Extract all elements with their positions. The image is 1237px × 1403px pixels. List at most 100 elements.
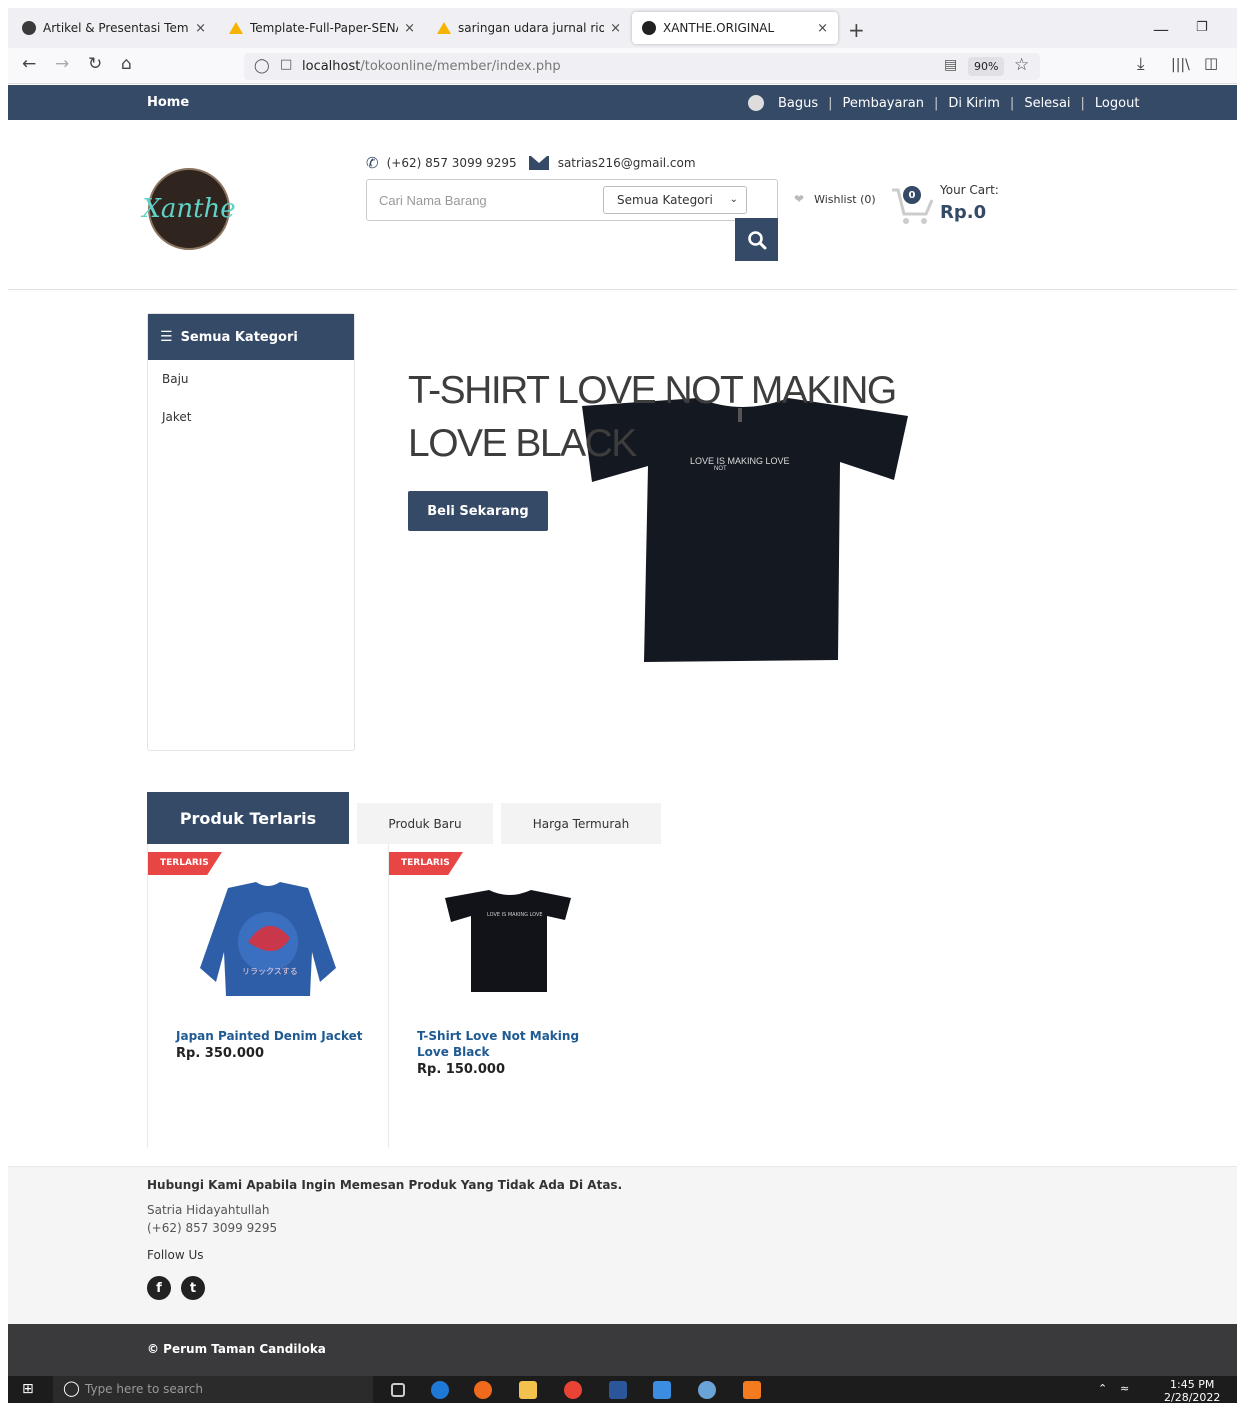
- pembayaran-link[interactable]: Pembayaran: [843, 96, 924, 111]
- site-header: Xanthe ✆ (+62) 857 3099 9295 satrias216@…: [8, 120, 1237, 290]
- minimize-button[interactable]: —: [1153, 20, 1169, 39]
- zoom-level[interactable]: 90%: [968, 57, 1005, 76]
- phone-icon: ✆: [366, 154, 379, 172]
- word-icon[interactable]: [609, 1381, 627, 1399]
- header-phone: (+62) 857 3099 9295: [386, 156, 517, 170]
- chrome-icon[interactable]: [564, 1381, 582, 1399]
- category-header[interactable]: ☰ Semua Kategori: [148, 314, 354, 360]
- browser-tab-active[interactable]: XANTHE.ORIGINAL ×: [632, 12, 838, 44]
- restore-button[interactable]: ❐: [1196, 20, 1208, 35]
- category-item-jaket[interactable]: Jaket: [148, 398, 354, 436]
- site-logo[interactable]: Xanthe: [142, 168, 236, 250]
- reader-view-icon[interactable]: ▤: [944, 57, 957, 73]
- product-list: TERLARIS リラックスする Japan Painted Denim Jac…: [147, 844, 630, 1148]
- url-text: localhost/tokoonline/member/index.php: [302, 59, 561, 74]
- close-icon[interactable]: ×: [817, 21, 828, 36]
- search-input[interactable]: [367, 180, 597, 220]
- xampp-icon[interactable]: [743, 1381, 761, 1399]
- close-icon[interactable]: ×: [404, 21, 415, 36]
- edge-icon[interactable]: [431, 1381, 449, 1399]
- forward-arrow-icon[interactable]: →: [55, 54, 69, 74]
- search-icon: [747, 230, 766, 249]
- category-sidebar: ☰ Semua Kategori Baju Jaket: [147, 313, 355, 751]
- tab-title: XANTHE.ORIGINAL: [663, 21, 775, 35]
- windows-taskbar: ⊞ ◯ Type here to search ⌃ ≈ 1:45 PM 2/28…: [8, 1376, 1237, 1403]
- cart-button[interactable]: 0: [890, 182, 936, 226]
- category-item-baju[interactable]: Baju: [148, 360, 354, 398]
- photos-icon[interactable]: [653, 1381, 671, 1399]
- home-icon[interactable]: ⌂: [121, 54, 132, 74]
- cart-label: Your Cart:: [940, 183, 999, 197]
- tab-title: Template-Full-Paper-SENASAIN: [250, 21, 398, 35]
- wifi-icon[interactable]: ≈: [1120, 1382, 1129, 1395]
- separator: |: [1009, 95, 1015, 111]
- separator: |: [934, 95, 939, 111]
- footer-title: Hubungi Kami Apabila Ingin Memesan Produ…: [147, 1178, 623, 1192]
- download-icon[interactable]: ⤓: [1137, 54, 1145, 74]
- browser-tab-1[interactable]: Artikel & Presentasi Template – ×: [12, 12, 216, 44]
- back-arrow-icon[interactable]: ←: [22, 54, 36, 74]
- browser-navigation-bar: ← → ↻ ⌂ ◯ □ localhost/tokoonline/member/…: [8, 48, 1237, 84]
- di-kirim-link[interactable]: Di Kirim: [948, 96, 1000, 111]
- close-icon[interactable]: ×: [195, 21, 206, 36]
- clock-time: 1:45 PM: [1170, 1378, 1215, 1391]
- tab-harga-termurah[interactable]: Harga Termurah: [501, 803, 661, 844]
- browser-tab-3[interactable]: saringan udara jurnal rio - Edi ×: [427, 12, 631, 44]
- close-icon[interactable]: ×: [610, 21, 621, 36]
- taskbar-clock[interactable]: 1:45 PM 2/28/2022: [1164, 1378, 1220, 1403]
- taskbar-search[interactable]: ◯ Type here to search: [53, 1376, 373, 1403]
- tab-title: saringan udara jurnal rio - Edi: [458, 21, 605, 35]
- browser-tab-bar: Artikel & Presentasi Template – × Templa…: [8, 8, 1237, 48]
- buy-now-button[interactable]: Beli Sekarang: [408, 491, 548, 531]
- search-button[interactable]: [735, 218, 778, 261]
- user-name-link[interactable]: Bagus: [778, 96, 818, 111]
- jacket-print-text: リラックスする: [242, 967, 298, 976]
- logo-text: Xanthe: [142, 194, 236, 224]
- site-footer: Hubungi Kami Apabila Ingin Memesan Produ…: [8, 1166, 1237, 1324]
- new-tab-button[interactable]: +: [848, 18, 865, 42]
- terlaris-badge: TERLARIS: [389, 852, 463, 875]
- selesai-link[interactable]: Selesai: [1024, 96, 1070, 111]
- google-drive-icon: [229, 22, 243, 34]
- terlaris-badge: TERLARIS: [148, 852, 222, 875]
- file-explorer-icon[interactable]: [519, 1381, 537, 1399]
- sidebar-icon[interactable]: ◫: [1204, 54, 1218, 72]
- category-select[interactable]: Semua Kategori ⌄: [603, 186, 747, 214]
- wishlist-link[interactable]: ❤ Wishlist (0): [794, 192, 876, 206]
- chevron-up-icon[interactable]: ⌃: [1098, 1382, 1107, 1395]
- footer-phone: (+62) 857 3099 9295: [147, 1221, 278, 1235]
- library-icon[interactable]: |||\: [1171, 57, 1190, 73]
- product-price: Rp. 150.000: [417, 1062, 505, 1077]
- product-name[interactable]: Japan Painted Denim Jacket: [176, 1028, 366, 1044]
- address-bar[interactable]: ◯ □ localhost/tokoonline/member/index.ph…: [244, 53, 1040, 80]
- product-card[interactable]: TERLARIS リラックスする Japan Painted Denim Jac…: [147, 844, 389, 1148]
- logout-link[interactable]: Logout: [1095, 96, 1140, 111]
- bookmark-star-icon[interactable]: ☆: [1014, 55, 1029, 75]
- product-image-jacket: リラックスする: [200, 882, 336, 996]
- cortana-icon: ◯: [63, 1379, 80, 1397]
- separator: |: [1080, 95, 1085, 111]
- windows-start-icon[interactable]: ⊞: [22, 1381, 34, 1397]
- twitter-icon[interactable]: t: [181, 1276, 205, 1300]
- user-avatar-icon: [748, 95, 764, 111]
- paint-icon[interactable]: [698, 1381, 716, 1399]
- task-view-icon[interactable]: [391, 1383, 405, 1397]
- product-name[interactable]: T-Shirt Love Not Making Love Black: [417, 1028, 607, 1060]
- product-card[interactable]: TERLARIS LOVE IS MAKING LOVE T-Shirt Lov…: [388, 844, 630, 1148]
- shield-icon: ◯: [254, 58, 270, 74]
- wishlist-label: Wishlist (0): [814, 192, 876, 206]
- cart-total: Rp.0: [940, 202, 987, 223]
- site-favicon-icon: [642, 21, 656, 35]
- firefox-icon[interactable]: [474, 1381, 492, 1399]
- hero-title-line: LOVE BLACK: [408, 422, 637, 465]
- tab-produk-baru[interactable]: Produk Baru: [357, 803, 493, 844]
- envelope-icon: [528, 156, 549, 170]
- page-icon: □: [280, 57, 293, 72]
- user-nav: Bagus | Pembayaran | Di Kirim | Selesai …: [748, 95, 1139, 111]
- tab-produk-terlaris[interactable]: Produk Terlaris: [147, 792, 349, 844]
- facebook-icon[interactable]: f: [147, 1276, 171, 1300]
- heart-icon: ❤: [794, 192, 805, 206]
- browser-tab-2[interactable]: Template-Full-Paper-SENASAIN ×: [219, 12, 425, 44]
- home-link[interactable]: Home: [147, 95, 189, 110]
- reload-icon[interactable]: ↻: [88, 54, 102, 74]
